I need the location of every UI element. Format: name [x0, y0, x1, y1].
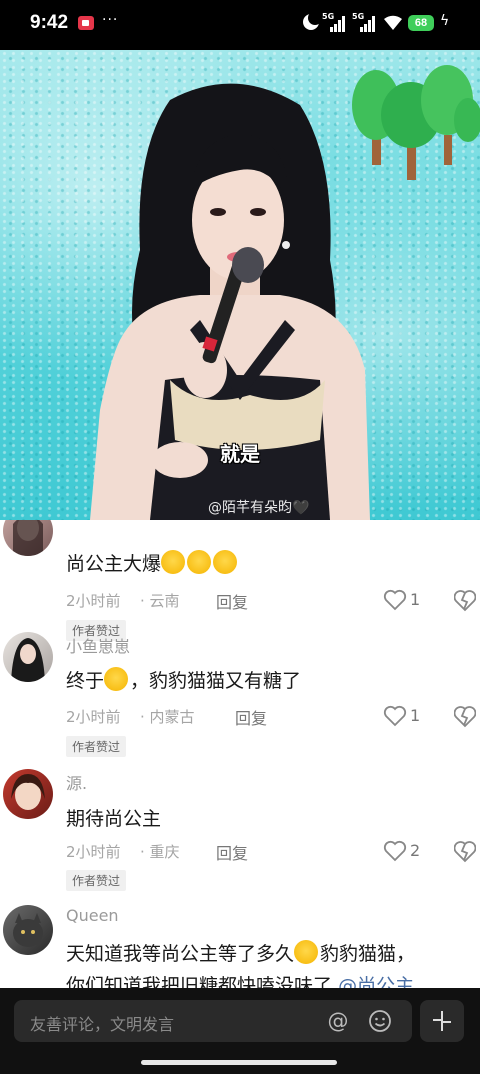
comment-username[interactable]: 源.	[66, 770, 87, 794]
signal-icon-1: 5G	[322, 12, 348, 32]
comment-text-line2: 你们知道我把旧糖都快嗑没味了 @尚公主	[66, 971, 414, 988]
comment-username[interactable]: Queen	[66, 906, 119, 925]
status-bar: 9:42 ··· 5G 5G 68 ϟ	[0, 0, 480, 50]
signal-icon-2: 5G	[352, 12, 378, 32]
comment-text: 终于 ，豹豹猫猫又有糖了	[66, 666, 301, 693]
expand-icon	[433, 1011, 451, 1031]
comment-location-text: 重庆	[149, 843, 180, 861]
avatar[interactable]	[3, 520, 53, 556]
home-indicator[interactable]	[141, 1060, 337, 1065]
comment-text: 尚公主大爆	[66, 549, 239, 576]
do-not-disturb-icon	[303, 11, 322, 30]
battery-indicator: 68	[408, 15, 434, 31]
comment-text-body: 终于	[66, 670, 105, 692]
comment-text-body: 天知道我等尚公主等了多久	[66, 943, 295, 965]
wifi-icon	[384, 15, 402, 30]
comment-text-body: 尚公主大爆	[66, 553, 162, 575]
comment-location: · 重庆	[140, 843, 180, 861]
at-icon[interactable]: @	[326, 1009, 350, 1033]
laugh-emoji-icon	[161, 550, 186, 574]
like-icon[interactable]	[383, 705, 407, 727]
dislike-icon[interactable]	[454, 841, 476, 863]
comment-location-text: 内蒙古	[149, 708, 195, 726]
status-time: 9:42	[30, 12, 69, 33]
network-type-label: 5G	[352, 12, 365, 21]
comment-text-body: ，豹豹猫猫又有糖了	[130, 670, 302, 692]
dislike-icon[interactable]	[454, 706, 476, 728]
author-liked-badge: 作者赞过	[66, 736, 127, 757]
comment-text-body: 豹豹猫猫，	[320, 943, 416, 965]
network-type-label: 5G	[322, 12, 335, 21]
video-watermark: @陌芊有朵昀🖤	[208, 500, 310, 516]
author-liked-badge: 作者赞过	[66, 870, 127, 891]
comment-time: 2小时前	[66, 843, 121, 861]
comment-text-body: 你们知道我把旧糖都快嗑没味了	[66, 975, 333, 988]
bottom-comment-bar: 友善评论，文明发言 @	[0, 988, 480, 1074]
like-count: 1	[410, 706, 421, 725]
smile-icon[interactable]	[368, 1009, 392, 1033]
like-count: 1	[410, 590, 421, 609]
avatar[interactable]	[3, 769, 53, 819]
avatar[interactable]	[3, 905, 53, 955]
more-notifications-icon: ···	[102, 12, 119, 28]
comment-input[interactable]: 友善评论，文明发言 @	[14, 1000, 412, 1042]
comment-input-placeholder: 友善评论，文明发言	[30, 1015, 175, 1034]
reply-button[interactable]: 回复	[216, 589, 248, 613]
charging-icon: ϟ	[440, 13, 450, 29]
comment-username[interactable]: 小鱼崽崽	[66, 633, 130, 657]
expand-button[interactable]	[420, 1000, 464, 1042]
comment-time: 2小时前	[66, 708, 121, 726]
comment-location: · 内蒙古	[140, 708, 195, 726]
reply-button[interactable]: 回复	[216, 840, 248, 864]
dislike-icon[interactable]	[454, 590, 476, 612]
video-player[interactable]: 就是 @陌芊有朵昀🖤	[0, 50, 480, 520]
mention-link[interactable]: @尚公主	[338, 975, 414, 988]
comment-text: 期待尚公主	[66, 808, 162, 830]
like-icon[interactable]	[383, 840, 407, 862]
comment-location-text: 云南	[149, 592, 180, 610]
laugh-emoji-icon	[187, 550, 212, 574]
like-icon[interactable]	[383, 589, 407, 611]
screen-record-icon	[78, 16, 94, 30]
reply-button[interactable]: 回复	[235, 705, 267, 729]
comment-list[interactable]: 尚公主大爆 2小时前 · 云南 回复 1 作者赞过 小鱼崽崽 终于 ，豹豹猫猫又有…	[0, 520, 480, 988]
comment-text: 天知道我等尚公主等了多久 豹豹猫猫，	[66, 939, 415, 966]
comment-location: · 云南	[140, 592, 180, 610]
laugh-emoji-icon	[213, 550, 238, 574]
comment-time: 2小时前	[66, 592, 121, 610]
video-caption: 就是	[220, 442, 260, 466]
avatar[interactable]	[3, 632, 53, 682]
like-count: 2	[410, 841, 421, 860]
crying-emoji-icon	[104, 667, 129, 691]
pleading-emoji-icon	[294, 940, 319, 964]
